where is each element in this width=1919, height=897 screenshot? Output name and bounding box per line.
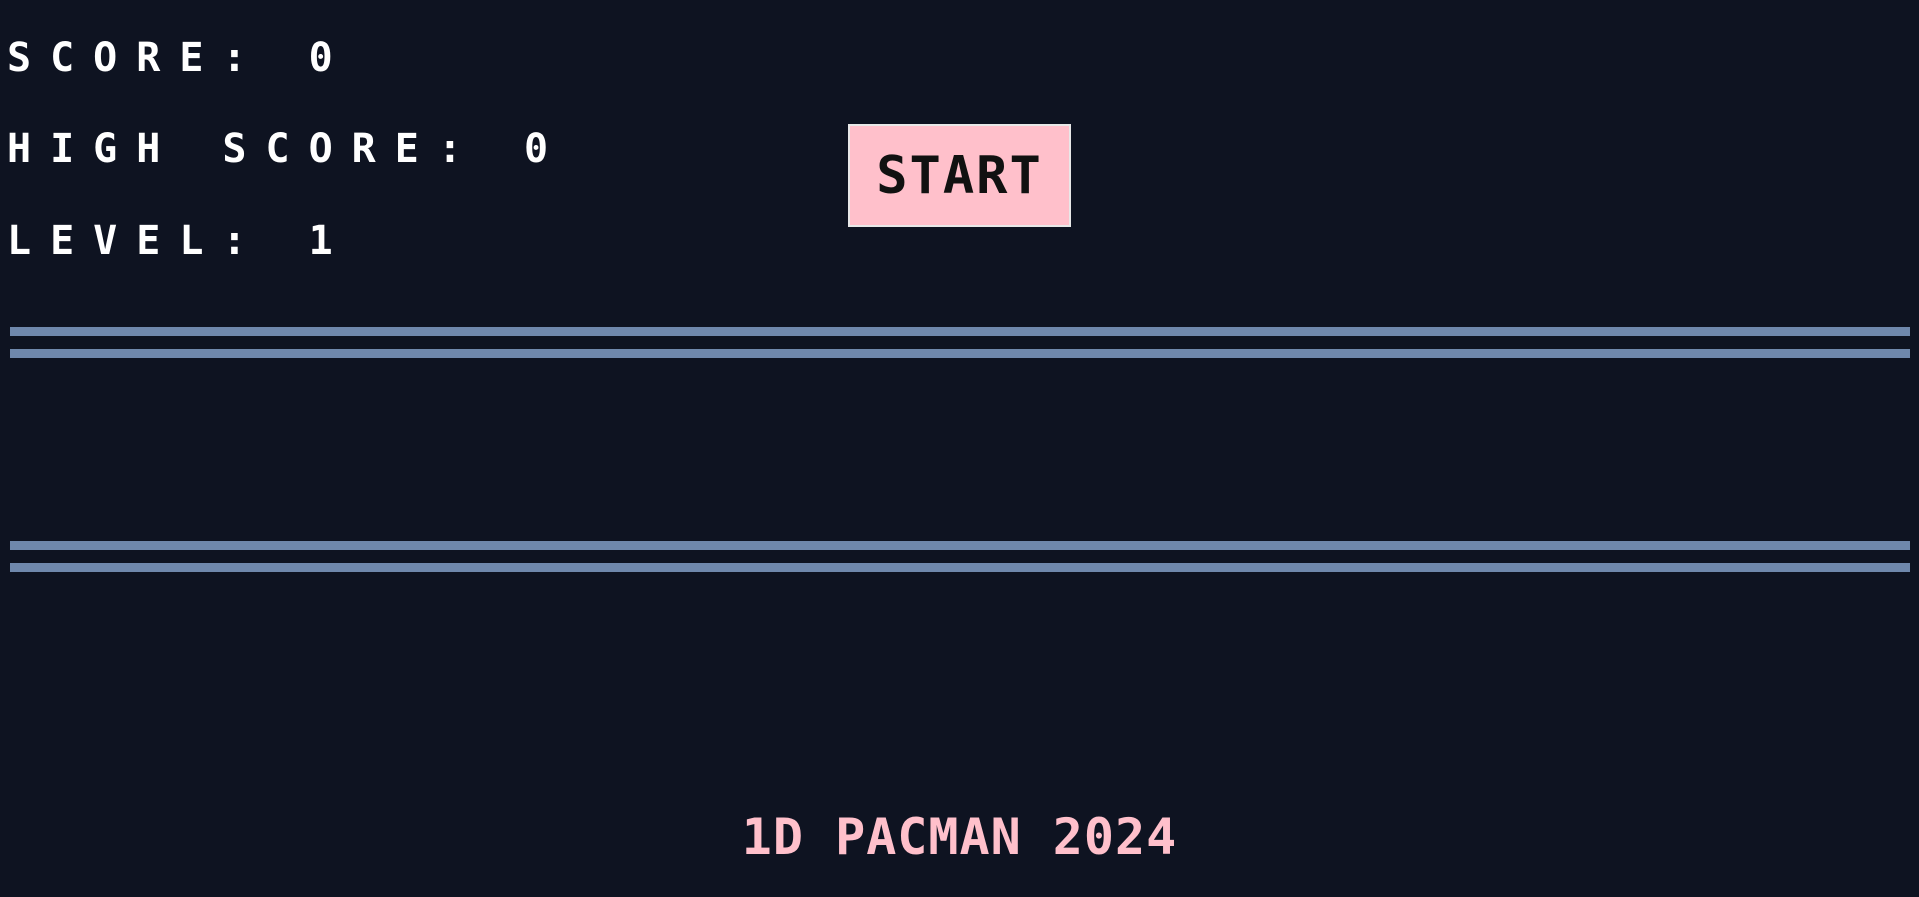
game-title: 1D PACMAN 2024 [741,808,1178,866]
track-wall-top-outer [10,327,1910,336]
score-display: SCORE: 0 [7,38,352,78]
track-wall-top-inner [10,349,1910,358]
high-score-label: HIGH SCORE: [7,126,481,172]
high-score-display: HIGH SCORE: 0 [7,129,567,169]
game-track-lane [10,358,1910,541]
score-value: 0 [308,35,352,81]
score-label: SCORE: [7,35,266,81]
track-wall-bottom-inner [10,541,1910,550]
start-button[interactable]: START [848,124,1071,227]
level-display: LEVEL: 1 [7,221,352,261]
track-wall-bottom-outer [10,563,1910,572]
level-value: 1 [308,218,352,264]
high-score-value: 0 [524,126,568,172]
level-label: LEVEL: [7,218,266,264]
